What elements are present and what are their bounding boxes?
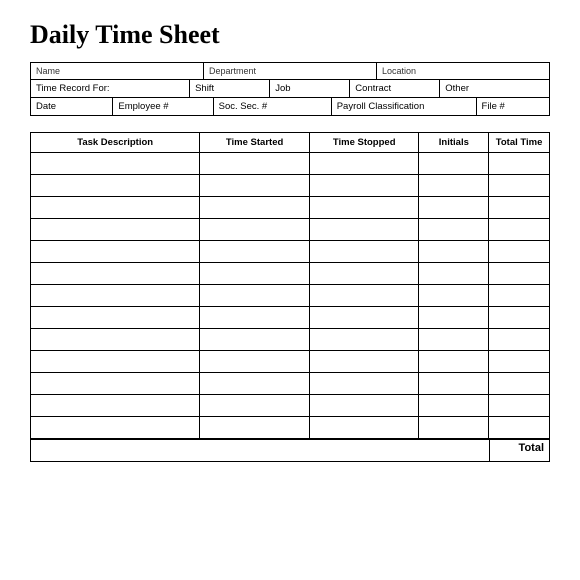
table-row [31, 263, 549, 285]
contract-label: Contract [355, 83, 391, 94]
header-row-1: Name Department Location [31, 63, 549, 80]
table-row [31, 285, 549, 307]
shift-cell: Shift [190, 80, 270, 97]
time-record-label: Time Record For: [36, 83, 110, 94]
date-header: Date [31, 98, 113, 115]
table-row [31, 175, 549, 197]
other-cell: Other [440, 80, 549, 97]
department-cell: Department [204, 63, 377, 79]
shift-label: Shift [195, 83, 214, 94]
total-label: Total [489, 440, 549, 461]
department-label: Department [209, 66, 371, 76]
file-header: File # [477, 98, 549, 115]
employee-header: Employee # [113, 98, 213, 115]
date-label: Date [36, 101, 56, 112]
col-total-time: Total Time [489, 133, 549, 152]
col-time-started: Time Started [200, 133, 310, 152]
header-section: Name Department Location Time Record For… [30, 62, 550, 116]
soc-sec-label: Soc. Sec. # [219, 101, 268, 112]
file-label: File # [482, 101, 505, 112]
payroll-header: Payroll Classification [332, 98, 477, 115]
table-row [31, 395, 549, 417]
table-row [31, 241, 549, 263]
table-row [31, 197, 549, 219]
table-row [31, 417, 549, 439]
job-cell: Job [270, 80, 350, 97]
task-table: Task Description Time Started Time Stopp… [30, 132, 550, 462]
employee-label: Employee # [118, 101, 168, 112]
task-table-header: Task Description Time Started Time Stopp… [31, 133, 549, 153]
soc-sec-header: Soc. Sec. # [214, 98, 332, 115]
header-row-3: Date Employee # Soc. Sec. # Payroll Clas… [31, 98, 549, 115]
contract-cell: Contract [350, 80, 440, 97]
name-cell: Name [31, 63, 204, 79]
table-row [31, 373, 549, 395]
table-row [31, 329, 549, 351]
name-label: Name [36, 66, 198, 76]
col-initials: Initials [419, 133, 489, 152]
table-row [31, 219, 549, 241]
col-time-stopped: Time Stopped [310, 133, 420, 152]
payroll-label: Payroll Classification [337, 101, 425, 112]
table-row [31, 307, 549, 329]
location-cell: Location [377, 63, 549, 79]
job-label: Job [275, 83, 290, 94]
total-row: Total [31, 439, 549, 461]
table-row [31, 153, 549, 175]
col-task-desc: Task Description [31, 133, 200, 152]
header-row-2: Time Record For: Shift Job Contract Othe… [31, 80, 549, 98]
time-record-cell: Time Record For: [31, 80, 190, 97]
other-label: Other [445, 83, 469, 94]
table-row [31, 351, 549, 373]
page-title: Daily Time Sheet [30, 20, 550, 50]
location-label: Location [382, 66, 544, 76]
